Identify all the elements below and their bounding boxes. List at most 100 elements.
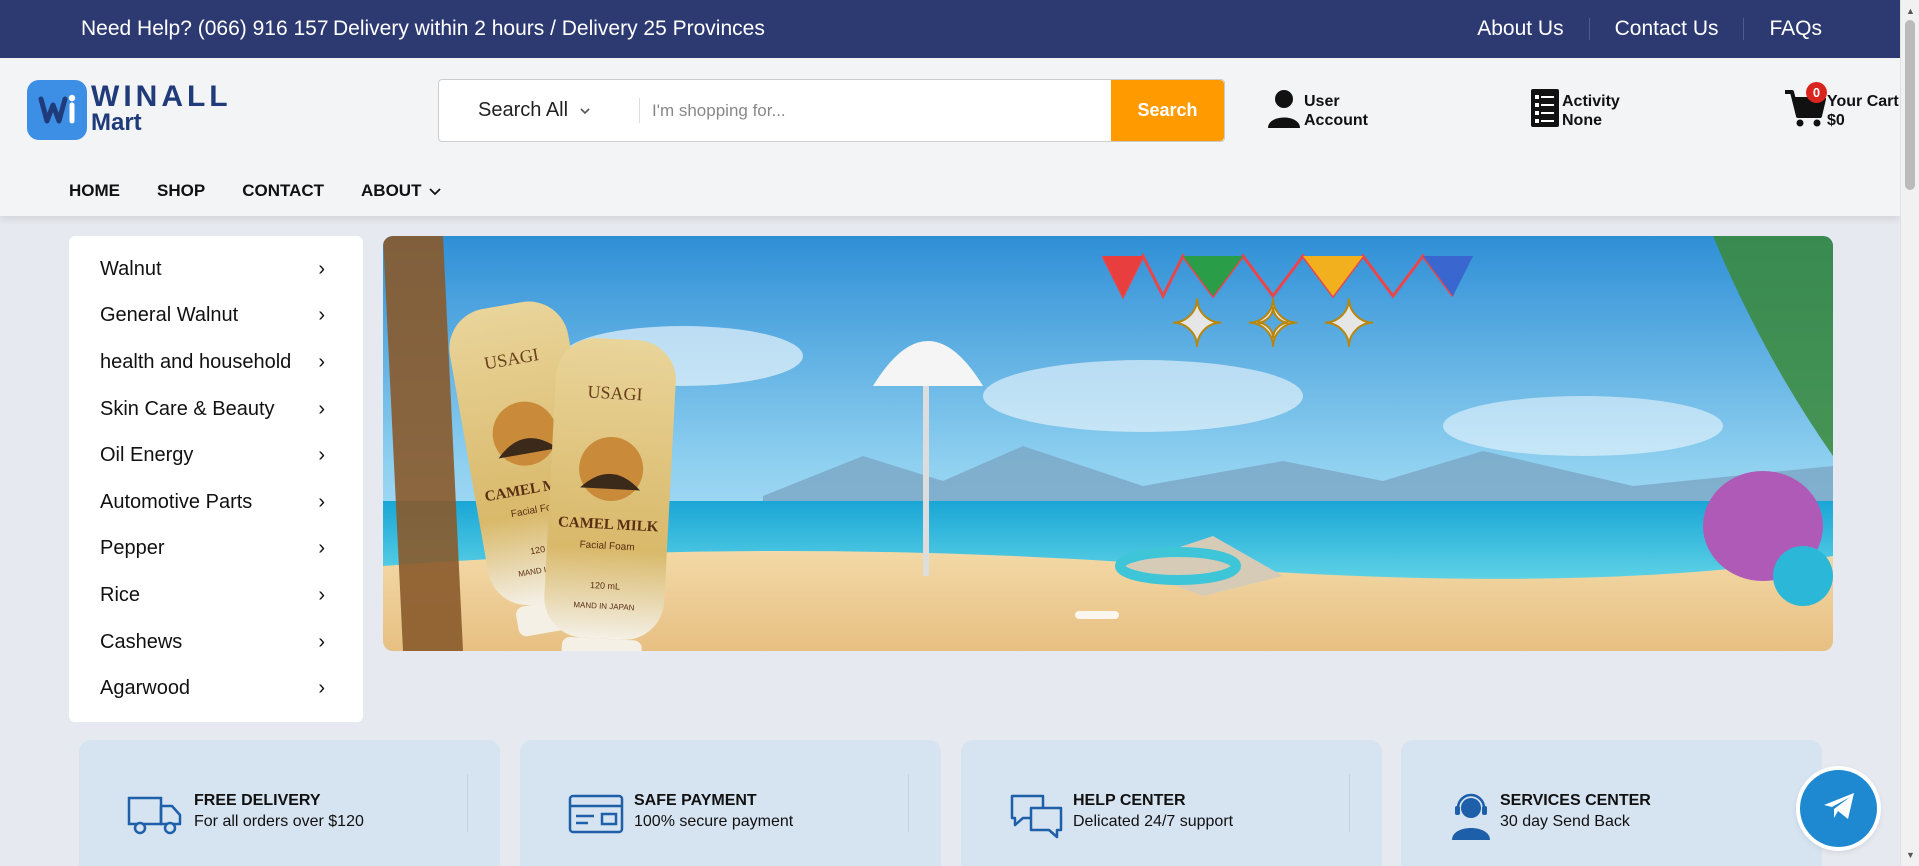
help-phone-text: Need Help? (066) 916 157	[81, 17, 329, 40]
telegram-icon	[1822, 791, 1856, 826]
chevron-right-icon: ›	[318, 304, 325, 327]
category-item[interactable]: Rice ›	[69, 572, 363, 619]
page-scrollbar[interactable]: ▲ ▼	[1900, 0, 1919, 866]
feature-card: HELP CENTER Delicated 24/7 support	[961, 740, 1382, 866]
faqs-link[interactable]: FAQs	[1744, 18, 1900, 40]
credit-card-icon	[568, 792, 624, 841]
activity-value: None	[1562, 111, 1602, 129]
nav-shop[interactable]: SHOP	[157, 181, 205, 201]
category-label: Pepper	[100, 537, 165, 560]
top-bar: Need Help? (066) 916 157 Delivery within…	[0, 0, 1900, 58]
feature-divider	[1349, 774, 1350, 832]
chevron-right-icon: ›	[318, 350, 325, 373]
search-category-label: Search All	[478, 99, 569, 121]
chevron-down-icon	[580, 104, 590, 118]
logo-line1: WINALL	[91, 80, 232, 113]
account-label: Account	[1304, 111, 1368, 129]
nav-about-label: ABOUT	[361, 181, 422, 200]
user-icon	[1266, 88, 1302, 133]
user-account[interactable]: User Account	[1266, 88, 1368, 133]
search-bar: Search All Search	[438, 79, 1225, 142]
cart-label: Your Cart	[1827, 92, 1899, 110]
cart-widget[interactable]: 0 Your Cart $0	[1783, 82, 1899, 133]
cart-count-badge: 0	[1806, 82, 1827, 103]
search-button[interactable]: Search	[1111, 80, 1224, 141]
product-brand-text: USAGI	[587, 382, 643, 405]
feature-title: SERVICES CENTER	[1500, 792, 1651, 809]
hero-banner[interactable]: ✦ ✧ ✦ USAGI CAMEL MILK Facial Foam 120 m…	[383, 236, 1833, 651]
chevron-right-icon: ›	[318, 444, 325, 467]
chevron-down-icon	[429, 181, 442, 201]
category-item[interactable]: Skin Care & Beauty ›	[69, 386, 363, 433]
main-nav: HOME SHOP CONTACT ABOUT	[69, 181, 478, 201]
category-item[interactable]: Agarwood ›	[69, 665, 363, 712]
logo-line2: Mart	[91, 109, 142, 136]
feature-subtitle: Delicated 24/7 support	[1073, 813, 1234, 830]
list-icon	[1530, 88, 1560, 133]
feature-divider	[908, 774, 909, 832]
category-label: health and household	[100, 350, 292, 373]
contact-us-link[interactable]: Contact Us	[1590, 18, 1745, 40]
delivery-info-text: Delivery within 2 hours / Delivery 25 Pr…	[333, 17, 765, 40]
chat-icon	[1009, 792, 1065, 845]
category-label: Walnut	[100, 257, 162, 280]
user-label: User	[1304, 92, 1340, 110]
chevron-right-icon: ›	[318, 490, 325, 513]
chevron-right-icon: ›	[318, 397, 325, 420]
scroll-up-icon[interactable]: ▲	[1906, 6, 1915, 16]
feature-title: SAFE PAYMENT	[634, 792, 757, 809]
cart-icon: 0	[1783, 82, 1827, 133]
category-item[interactable]: Pepper ›	[69, 526, 363, 573]
activity-widget[interactable]: Activity None	[1530, 88, 1620, 133]
feature-card: SERVICES CENTER 30 day Send Back	[1401, 740, 1822, 866]
feature-title: FREE DELIVERY	[194, 792, 321, 809]
feature-card: SAFE PAYMENT 100% secure payment	[520, 740, 941, 866]
category-sidebar: Walnut › General Walnut › health and house…	[69, 236, 363, 722]
site-header: WINALL Mart Search All Search User Accou…	[0, 58, 1900, 216]
feature-subtitle: For all orders over $120	[194, 813, 364, 830]
category-item[interactable]: Cashews ›	[69, 619, 363, 666]
chevron-right-icon: ›	[318, 583, 325, 606]
category-label: Oil Energy	[100, 444, 194, 467]
category-item[interactable]: health and household ›	[69, 339, 363, 386]
chevron-right-icon: ›	[318, 257, 325, 280]
truck-icon	[127, 792, 183, 841]
banner-image: ✦ ✧ ✦ USAGI CAMEL MILK Facial Foam 120 m…	[383, 236, 1833, 651]
search-category-dropdown[interactable]: Search All	[439, 80, 639, 141]
chevron-right-icon: ›	[318, 677, 325, 700]
category-label: Agarwood	[100, 677, 191, 700]
about-us-link[interactable]: About Us	[1452, 18, 1590, 40]
telegram-button[interactable]	[1800, 770, 1877, 847]
search-input[interactable]	[640, 80, 1111, 141]
category-item[interactable]: Automotive Parts ›	[69, 479, 363, 526]
feature-subtitle: 100% secure payment	[634, 813, 794, 830]
scrollbar-thumb[interactable]	[1905, 20, 1915, 190]
logo-icon	[27, 80, 87, 140]
category-label: Cashews	[100, 630, 183, 653]
scroll-down-icon[interactable]: ▼	[1906, 850, 1915, 860]
svg-text:✦ ✧ ✦: ✦ ✧ ✦	[1170, 288, 1375, 362]
top-links: About Us Contact Us FAQs	[1452, 0, 1900, 58]
chevron-right-icon: ›	[318, 537, 325, 560]
feature-divider	[467, 774, 468, 832]
category-label: General Walnut	[100, 304, 239, 327]
support-agent-icon	[1449, 792, 1493, 845]
nav-about[interactable]: ABOUT	[361, 181, 442, 201]
category-item[interactable]: Walnut ›	[69, 246, 363, 293]
chevron-right-icon: ›	[318, 630, 325, 653]
feature-title: HELP CENTER	[1073, 792, 1186, 809]
category-item[interactable]: General Walnut ›	[69, 293, 363, 340]
product-volume-text: 120 mL	[590, 580, 621, 592]
category-label: Automotive Parts	[100, 490, 253, 513]
category-label: Rice	[100, 583, 141, 606]
nav-contact[interactable]: CONTACT	[242, 181, 324, 201]
feature-card: FREE DELIVERY For all orders over $120	[79, 740, 500, 866]
category-item[interactable]: Oil Energy ›	[69, 432, 363, 479]
logo-text: WINALL Mart	[91, 80, 232, 136]
site-logo[interactable]: WINALL Mart	[27, 80, 232, 140]
nav-home[interactable]: HOME	[69, 181, 120, 201]
carousel-indicator[interactable]	[1075, 611, 1119, 619]
feature-subtitle: 30 day Send Back	[1500, 813, 1630, 830]
activity-label: Activity	[1562, 92, 1620, 110]
cart-total: $0	[1827, 111, 1845, 129]
